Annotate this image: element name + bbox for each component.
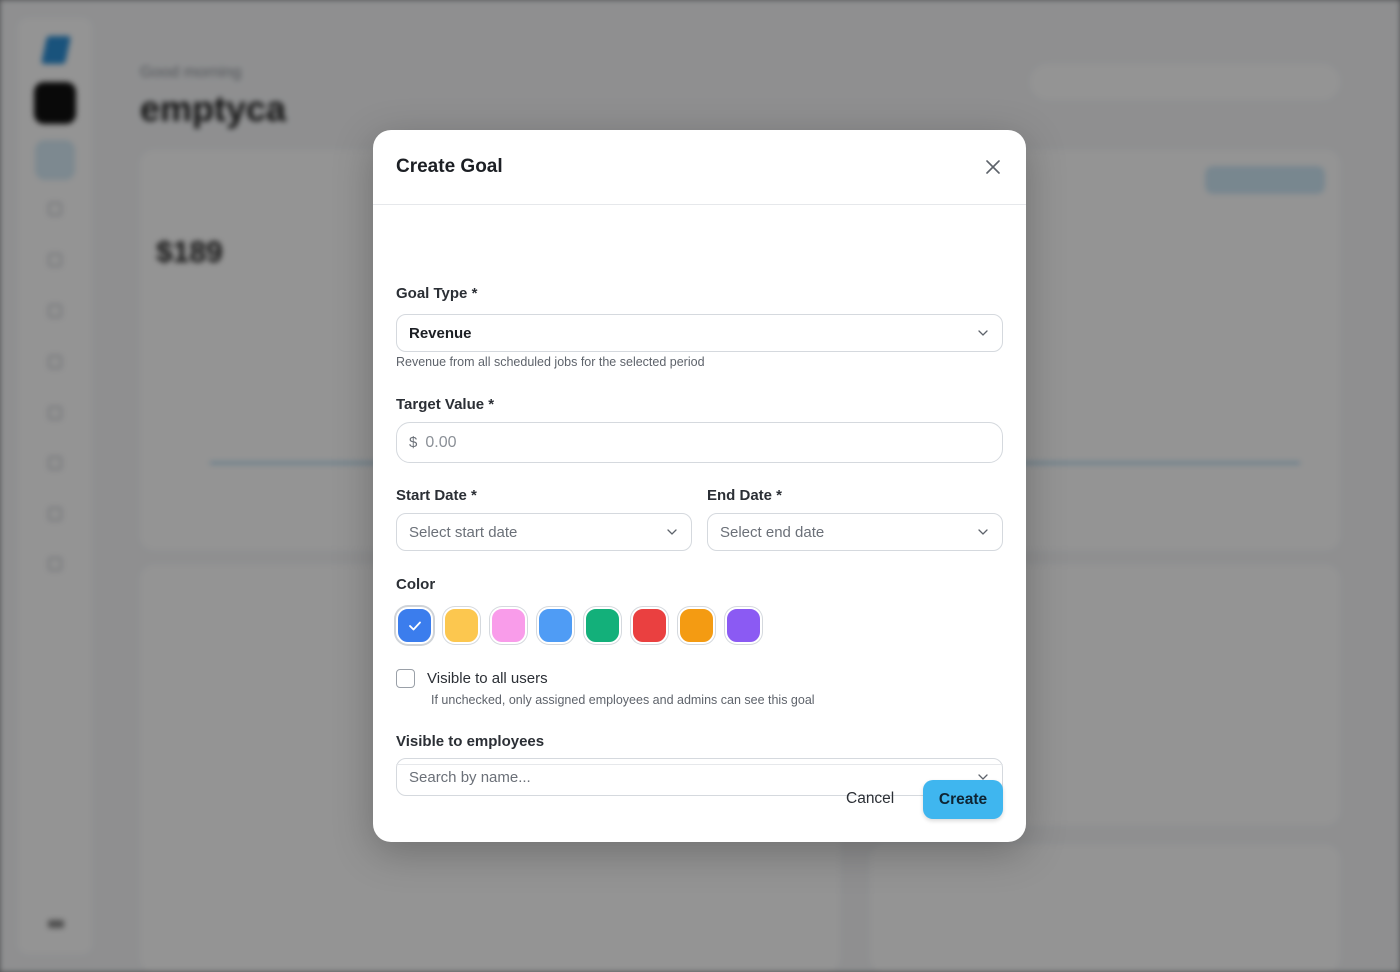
goal-type-helper: Revenue from all scheduled jobs for the … [396,355,705,369]
create-button[interactable]: Create [923,780,1003,819]
color-swatch[interactable] [584,607,621,644]
end-date-placeholder: Select end date [720,523,825,541]
color-swatch[interactable] [443,607,480,644]
visible-employees-label: Visible to employees [396,733,545,750]
goal-type-select[interactable]: Revenue [396,314,1003,352]
start-date-label: Start Date * [396,487,477,504]
chevron-down-icon [978,529,988,535]
target-value-input[interactable] [425,433,966,452]
check-icon [408,621,421,630]
cancel-button[interactable]: Cancel [846,790,894,808]
target-value-label: Target Value * [396,396,495,413]
dialog-title: Create Goal [396,156,503,177]
color-swatch[interactable] [678,607,715,644]
chevron-down-icon [667,529,677,535]
dialog-header: Create Goal [373,130,1026,205]
end-date-picker[interactable]: Select end date [707,513,1003,551]
color-swatch[interactable] [490,607,527,644]
end-date-label: End Date * [707,487,783,504]
create-goal-dialog: Create Goal Goal Type * Revenue Revenue … [373,130,1026,842]
employee-search-placeholder: Search by name... [409,768,531,786]
start-date-picker[interactable]: Select start date [396,513,692,551]
color-swatches [396,607,762,644]
visible-all-helper: If unchecked, only assigned employees an… [431,693,815,707]
color-swatch[interactable] [396,607,433,644]
close-button[interactable] [982,156,1004,178]
chevron-down-icon [978,330,988,336]
currency-symbol: $ [409,434,418,451]
target-value-field[interactable]: $ [396,422,1003,463]
close-icon [986,160,1000,174]
visible-all-label: Visible to all users [427,670,548,687]
goal-type-value: Revenue [409,324,472,342]
color-label: Color [396,576,436,593]
color-swatch[interactable] [725,607,762,644]
goal-type-label: Goal Type * [396,285,478,302]
footer-divider [396,764,1003,765]
start-date-placeholder: Select start date [409,523,518,541]
color-swatch[interactable] [537,607,574,644]
visible-all-checkbox[interactable] [396,669,415,688]
color-swatch[interactable] [631,607,668,644]
